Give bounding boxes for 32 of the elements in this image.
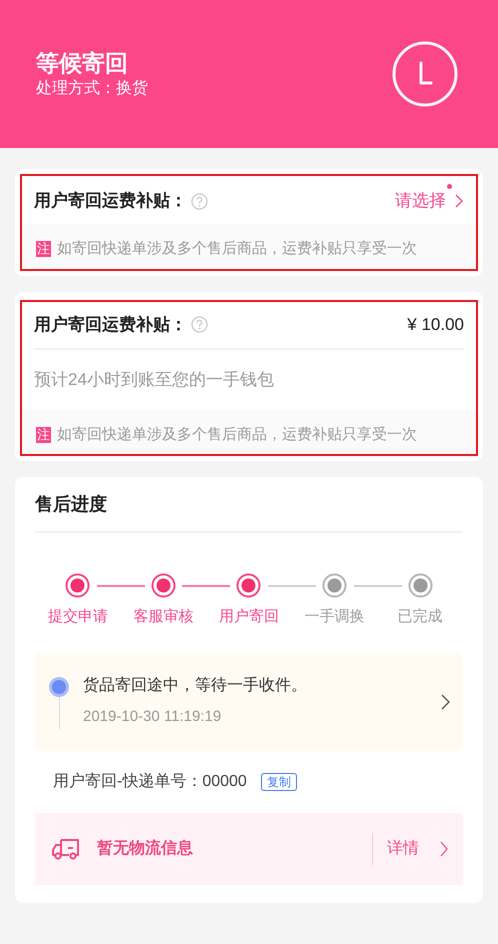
subsidy-amount: ¥ 10.00 (407, 314, 464, 336)
note-tag: 注 (36, 426, 51, 443)
latest-status-panel[interactable]: 货品寄回途中，等待一手收件。 2019-10-30 11:19:19 (35, 652, 463, 750)
step-label: 提交申请 (48, 607, 108, 627)
tracking-number: 用户寄回-快递单号：00000 (53, 772, 247, 792)
status-time: 2019-10-30 11:19:19 (83, 707, 222, 728)
chevron-right-icon (440, 692, 451, 710)
status-title: 等候寄回 (36, 49, 129, 78)
select-button[interactable]: 请选择 (395, 188, 464, 214)
note-text: 如寄回快递单涉及多个售后商品，运费补贴只享受一次 (57, 239, 417, 259)
step-label: 客服审核 (133, 607, 194, 627)
section-title: 售后进度 (35, 492, 107, 516)
chevron-right-icon (454, 193, 464, 209)
logistics-status: 暂无物流信息 (97, 838, 194, 858)
step-label: 已完成 (398, 607, 443, 627)
truck-icon (51, 836, 81, 860)
subsidy-label: 用户寄回运费补贴： (34, 190, 187, 212)
step-label: 用户寄回 (218, 607, 279, 627)
help-icon[interactable] (191, 192, 208, 210)
note-tag: 注 (36, 241, 51, 258)
subsidy-label: 用户寄回运费补贴： (34, 314, 187, 336)
help-icon[interactable] (191, 316, 208, 333)
handling-method: 处理方式：换货 (36, 78, 148, 99)
note-text: 如寄回快递单涉及多个售后商品，运费补贴只享受一次 (57, 424, 417, 444)
details-link[interactable]: 详情 (387, 836, 449, 860)
clock-icon (392, 41, 458, 107)
copy-button[interactable]: 复制 (260, 772, 297, 790)
status-message: 货品寄回途中，等待一手收件。 (83, 676, 308, 696)
chevron-right-icon (439, 840, 449, 858)
step-label: 一手调换 (304, 607, 365, 627)
arrival-note: 预计24小时到账至您的一手钱包 (34, 368, 274, 391)
timeline-dot (49, 676, 69, 696)
